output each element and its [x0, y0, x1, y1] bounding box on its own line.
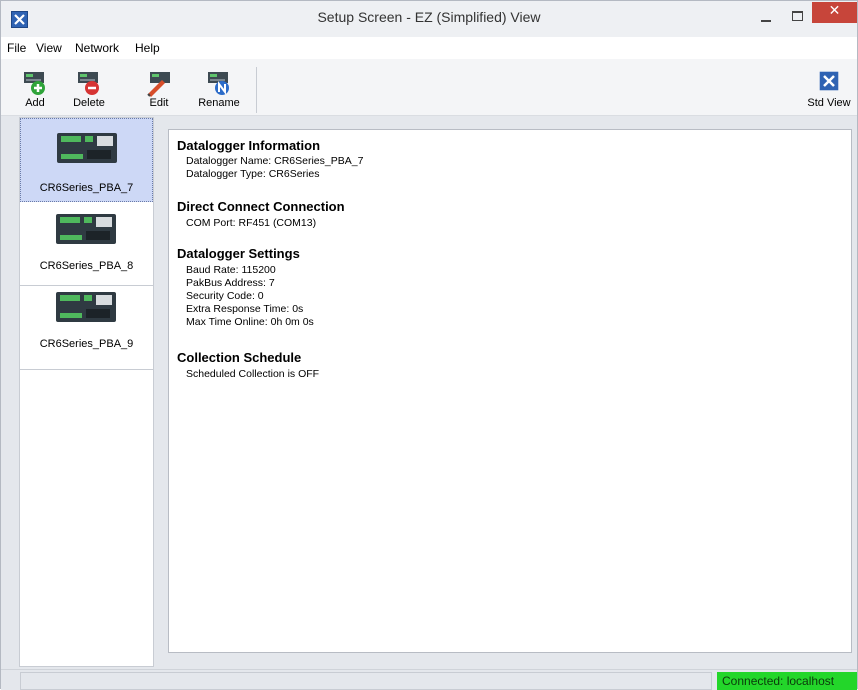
settings-line: Baud Rate: 115200 — [186, 264, 276, 276]
rename-button[interactable]: Rename — [193, 59, 245, 115]
status-message-field — [20, 672, 712, 690]
list-item[interactable]: CR6Series_PBA_8 — [20, 202, 153, 286]
menu-bar: File View Network Help — [1, 37, 857, 59]
list-item[interactable]: CR6Series_PBA_9 — [20, 286, 153, 370]
edit-button[interactable]: Edit — [133, 59, 185, 115]
close-button[interactable]: ✕ — [812, 2, 857, 23]
toolbar-separator — [256, 67, 257, 113]
std-view-label: Std View — [807, 97, 851, 109]
settings-line: Max Time Online: 0h 0m 0s — [186, 316, 314, 328]
delete-datalogger-icon — [78, 72, 99, 95]
close-icon: ✕ — [828, 3, 841, 19]
section-title-connection: Direct Connect Connection — [177, 199, 345, 214]
minimize-button[interactable] — [753, 7, 779, 27]
schedule-line: Scheduled Collection is OFF — [186, 368, 320, 380]
menu-view[interactable]: View — [36, 41, 62, 55]
add-datalogger-icon — [24, 72, 45, 95]
rename-label: Rename — [198, 97, 240, 109]
menu-network[interactable]: Network — [75, 41, 119, 55]
datalogger-list: CR6Series_PBA_7 CR6Series_PBA_8 CR6Serie… — [19, 117, 154, 667]
logger-name: CR6Series_PBA_7 — [39, 182, 134, 194]
edit-datalogger-icon — [147, 72, 170, 97]
settings-line: Security Code: 0 — [186, 290, 264, 302]
connection-line: COM Port: RF451 (COM13) — [186, 217, 317, 229]
datalogger-icon — [57, 133, 117, 163]
section-title-schedule: Collection Schedule — [177, 350, 302, 365]
edit-label: Edit — [149, 97, 169, 109]
window-title: Setup Screen - EZ (Simplified) View — [317, 9, 541, 25]
rename-datalogger-icon — [208, 72, 229, 95]
connection-status-text: Connected: localhost — [722, 674, 835, 688]
details-panel: Datalogger Information Datalogger Name: … — [168, 129, 852, 653]
datalogger-icon — [56, 214, 116, 244]
add-label: Add — [25, 97, 45, 109]
section-title-settings: Datalogger Settings — [177, 246, 300, 261]
connection-status: Connected: localhost — [717, 672, 857, 690]
add-button[interactable]: Add — [9, 59, 61, 115]
setup-window: Setup Screen - EZ (Simplified) View ✕ Fi… — [0, 0, 858, 690]
logger-name: CR6Series_PBA_8 — [39, 260, 134, 272]
maximize-button[interactable] — [785, 7, 811, 27]
status-bar: Connected: localhost — [1, 669, 857, 690]
minimize-icon — [761, 20, 771, 22]
std-view-button[interactable]: Std View — [801, 59, 857, 115]
settings-line: Extra Response Time: 0s — [186, 303, 304, 315]
title-bar: Setup Screen - EZ (Simplified) View ✕ — [1, 1, 857, 37]
delete-button[interactable]: Delete — [63, 59, 115, 115]
toolbar: Add Delete Edit Rename Std View — [1, 59, 857, 116]
maximize-icon — [792, 11, 803, 21]
info-line: Datalogger Name: CR6Series_PBA_7 — [186, 155, 364, 167]
menu-help[interactable]: Help — [135, 41, 160, 55]
menu-file[interactable]: File — [7, 41, 26, 55]
delete-label: Delete — [73, 97, 105, 109]
settings-line: PakBus Address: 7 — [186, 277, 275, 289]
list-item[interactable]: CR6Series_PBA_7 — [20, 118, 153, 202]
logger-name: CR6Series_PBA_9 — [39, 338, 134, 350]
info-line: Datalogger Type: CR6Series — [186, 168, 320, 180]
datalogger-icon — [56, 292, 116, 322]
std-view-icon — [819, 71, 839, 91]
section-title-info: Datalogger Information — [177, 138, 321, 153]
